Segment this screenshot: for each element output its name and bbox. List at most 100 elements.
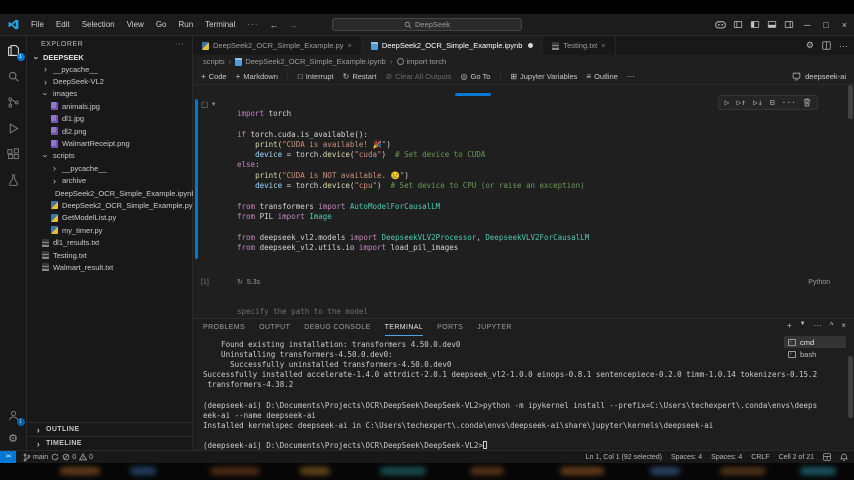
tree-item[interactable]: dl1.jpg [27,113,192,125]
status-ln-1-col-1-92-select[interactable]: Ln 1, Col 1 (92 selected) [586,454,662,461]
tree-item[interactable]: dl1_results.txt [27,236,192,248]
tree-item[interactable]: dl2.png [27,125,192,137]
close-tab-icon[interactable]: × [601,41,605,50]
toggle-panel-icon[interactable] [767,20,777,29]
editor-scrollbar[interactable] [848,85,853,119]
panel-more-icon[interactable]: ··· [814,321,822,330]
tree-item[interactable]: DeepSeek2_OCR_Simple_Example.ipynb [27,187,196,199]
tab-testing-txt[interactable]: Testing.txt × [543,36,616,55]
explorer-more-icon[interactable]: ··· [176,41,185,48]
execute-below-icon[interactable]: ▷↓ [753,98,763,107]
customize-layout-icon[interactable] [733,20,743,29]
split-cell-icon[interactable]: ⊟ [770,98,775,107]
source-control-icon[interactable] [7,96,20,109]
terminal-scrollbar[interactable] [848,356,853,418]
menu-file[interactable]: File [25,20,50,29]
settings-gear-icon[interactable]: ⚙ [8,434,18,445]
tree-item[interactable]: GetModelList.py [27,212,192,224]
explorer-root-folder[interactable]: › DEEPSEEK [27,52,192,63]
terminal[interactable]: Found existing installation: transformer… [193,336,854,450]
menu-edit[interactable]: Edit [50,20,76,29]
panel-tab-ports[interactable]: PORTS [437,319,463,336]
new-terminal-icon[interactable]: + [787,321,792,330]
terminal-instance-cmd[interactable]: › cmd [784,336,846,348]
minimize-icon[interactable]: ─ [801,20,813,30]
status-crlf[interactable]: CRLF [751,454,769,461]
account-icon[interactable]: 1 [7,409,25,426]
errors-item[interactable]: 0 [62,453,76,461]
tree-item[interactable]: › DeepSeek-VL2 [27,75,192,87]
toolbar-markdown[interactable]: + Markdown [236,72,278,81]
editor-more-icon[interactable]: ··· [839,41,848,51]
branch-item[interactable]: main [23,453,48,462]
panel-tab-jupyter[interactable]: JUPYTER [477,319,512,336]
toolbar-interrupt[interactable]: □ Interrupt [298,72,334,81]
rerun-icon[interactable]: ↻ [237,278,243,286]
modified-dot-icon[interactable] [528,43,534,48]
tree-item[interactable]: my_timer.py [27,224,192,236]
delete-cell-icon[interactable] [803,98,811,107]
bell-icon[interactable] [840,453,848,462]
menu-view[interactable]: View [121,20,150,29]
search-icon[interactable] [7,70,20,83]
back-icon[interactable]: ← [264,20,283,30]
breadcrumb[interactable]: scripts › DeepSeek2_OCR_Simple_Example.ipy… [193,55,854,68]
run-debug-icon[interactable] [7,122,20,135]
breadcrumb-item[interactable]: scripts [203,57,225,66]
cell-language[interactable]: Python [808,279,830,286]
menu-overflow-icon[interactable]: ··· [241,20,264,29]
toolbar-code[interactable]: + Code [201,72,227,81]
command-center[interactable]: DeepSeek [332,18,522,31]
menu-terminal[interactable]: Terminal [199,20,241,29]
panel-tab-debug-console[interactable]: DEBUG CONSOLE [304,319,370,336]
toggle-sidebar-icon[interactable] [750,20,760,29]
cell-collapse-control[interactable]: ▢ ▼ [201,100,217,109]
tree-item[interactable]: › archive [27,175,192,187]
tree-item[interactable]: › __pycache__ [27,162,192,174]
run-settings-icon[interactable]: ⚙ [806,40,814,51]
menu-run[interactable]: Run [172,20,199,29]
tree-item[interactable]: DeepSeek2_OCR_Simple_Example.py [27,199,193,211]
tree-item[interactable]: Testing.txt [27,249,192,261]
terminal-instance-bash[interactable]: › bash [784,348,846,360]
cell-editor[interactable]: import torch if torch.cuda.is_available(… [237,109,840,253]
breadcrumb-item[interactable]: import torch [396,57,446,66]
status-cell-2-of-21[interactable]: Cell 2 of 21 [779,454,814,461]
toggle-secondary-sidebar-icon[interactable] [784,20,794,29]
section-timeline[interactable]: › TIMELINE [27,436,192,450]
close-panel-icon[interactable]: × [841,321,846,330]
toolbar--[interactable]: ··· [627,72,635,81]
tab-deepseek2-ocr-simple-example-ipynb[interactable]: DeepSeek2_OCR_Simple_Example.ipynb [361,36,544,55]
maximize-panel-icon[interactable]: ^ [830,321,834,330]
toolbar-go-to[interactable]: ◎ Go To [461,72,491,81]
split-editor-icon[interactable] [822,41,831,50]
tree-item[interactable]: WalmartReceipt.png [27,137,192,149]
maximize-icon[interactable]: □ [820,20,831,30]
copilot-icon[interactable] [715,20,726,29]
testing-icon[interactable] [7,174,20,187]
tree-item[interactable]: › scripts [27,150,192,162]
close-tab-icon[interactable]: × [348,41,352,50]
more-actions-icon[interactable]: ··· [782,98,796,107]
extensions-icon[interactable] [6,148,20,161]
breadcrumb-item[interactable]: DeepSeek2_OCR_Simple_Example.ipynb [235,57,386,66]
toolbar-restart[interactable]: ↻ Restart [343,72,377,81]
tree-item[interactable]: › images [27,88,192,100]
remote-indicator[interactable]: >< [0,451,16,463]
close-icon[interactable]: × [839,20,850,30]
toolbar-clear-all-outputs[interactable]: ⊘ Clear All Outputs [386,72,452,81]
run-by-line-icon[interactable]: ▷ [725,98,730,107]
panel-tab-problems[interactable]: PROBLEMS [203,319,245,336]
status-spaces-4[interactable]: Spaces: 4 [671,454,702,461]
terminal-dropdown-icon[interactable]: ▼ [800,321,806,330]
sync-icon[interactable] [51,453,59,461]
section-outline[interactable]: › OUTLINE [27,422,192,436]
panel-tab-terminal[interactable]: TERMINAL [384,319,424,336]
tree-item[interactable]: animals.jpg [27,100,192,112]
menu-go[interactable]: Go [150,20,173,29]
next-cell-preview[interactable]: specify the path to the model [237,307,368,316]
warnings-item[interactable]: 0 [79,453,93,461]
panel-tab-output[interactable]: OUTPUT [259,319,290,336]
toolbar-jupyter-variables[interactable]: ⊞ Jupyter Variables [510,72,577,81]
layout-icon[interactable] [823,453,831,461]
